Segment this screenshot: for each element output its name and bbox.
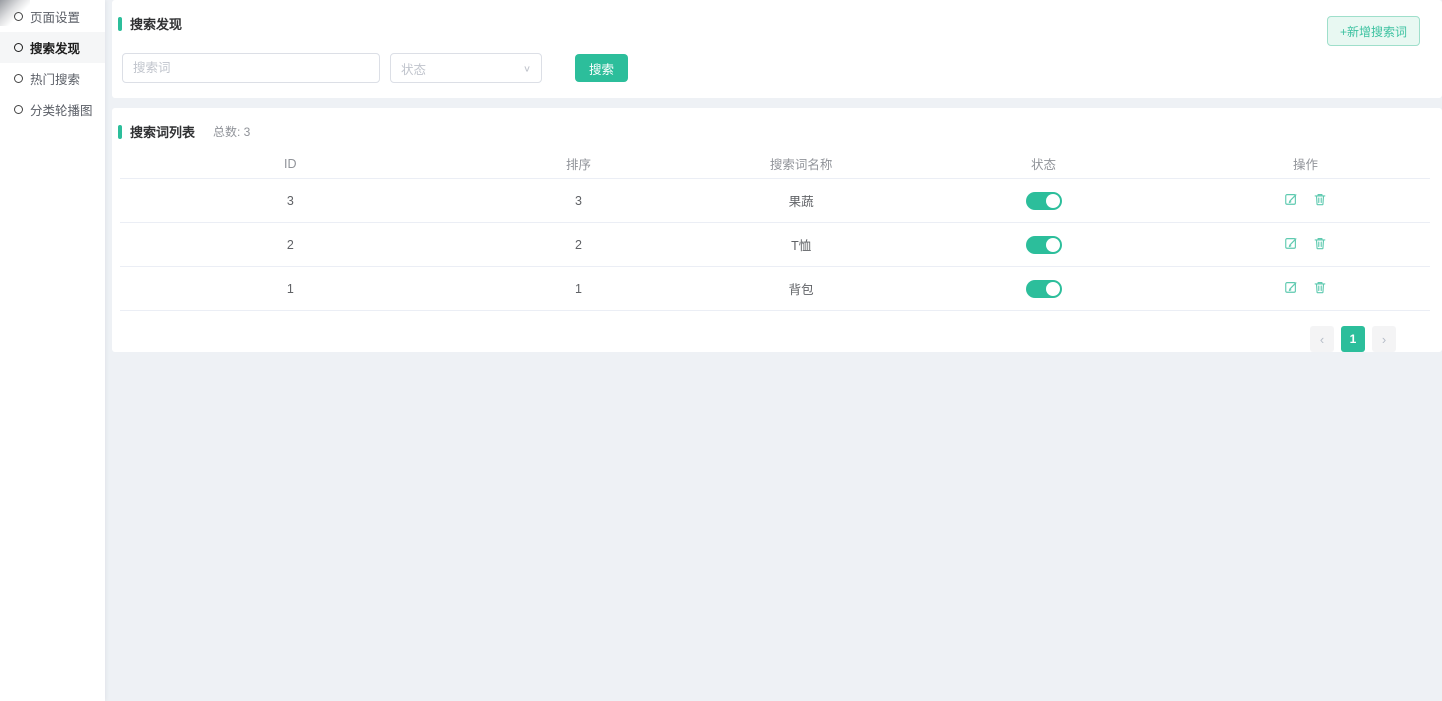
column-header-status: 状态 xyxy=(906,154,1181,173)
sidebar-item-search-discovery[interactable]: 搜索发现 xyxy=(0,32,105,63)
section-title: 搜索词列表 总数: 3 xyxy=(118,122,1442,141)
search-filter-card: 搜索发现 状态 ∨ 搜索 +新增搜索词 xyxy=(112,0,1442,98)
accent-bar xyxy=(118,125,122,139)
add-search-word-button[interactable]: +新增搜索词 xyxy=(1327,16,1420,46)
chevron-down-icon: ∨ xyxy=(523,63,531,73)
main-content: 搜索发现 状态 ∨ 搜索 +新增搜索词 搜索词列表 总数: 3 ID 排序 搜索… xyxy=(105,0,1442,701)
sidebar-item-page-settings[interactable]: 页面设置 xyxy=(0,1,105,32)
accent-bar xyxy=(118,17,122,31)
status-select[interactable]: 状态 ∨ xyxy=(390,53,542,83)
section-title: 搜索发现 xyxy=(118,14,1442,33)
circle-icon xyxy=(14,105,23,114)
cell-name: 背包 xyxy=(696,279,906,298)
cell-name: T恤 xyxy=(696,235,906,254)
search-word-list-card: 搜索词列表 总数: 3 ID 排序 搜索词名称 状态 操作 3 3 果蔬 xyxy=(112,108,1442,352)
pagination-next-button[interactable]: › xyxy=(1372,326,1396,352)
page-title: 搜索发现 xyxy=(130,14,182,33)
circle-icon xyxy=(14,12,23,21)
table-row: 1 1 背包 xyxy=(120,267,1430,311)
status-toggle[interactable] xyxy=(1026,192,1062,210)
total-count: 总数: 3 xyxy=(213,123,250,140)
cell-name: 果蔬 xyxy=(696,191,906,210)
circle-icon xyxy=(14,74,23,83)
column-header-name: 搜索词名称 xyxy=(696,154,906,173)
delete-icon[interactable] xyxy=(1313,192,1327,206)
keyword-input[interactable] xyxy=(122,53,380,83)
pagination: ‹ 1 › xyxy=(118,326,1396,352)
edit-icon[interactable] xyxy=(1284,192,1298,206)
edit-icon[interactable] xyxy=(1284,236,1298,250)
sidebar-item-hot-search[interactable]: 热门搜索 xyxy=(0,63,105,94)
pagination-page-1[interactable]: 1 xyxy=(1341,326,1365,352)
table-row: 2 2 T恤 xyxy=(120,223,1430,267)
cell-id: 1 xyxy=(120,282,461,296)
sidebar-item-label: 分类轮播图 xyxy=(30,100,93,119)
sidebar-item-label: 页面设置 xyxy=(30,7,80,26)
status-toggle[interactable] xyxy=(1026,280,1062,298)
cell-sort: 3 xyxy=(461,194,697,208)
sidebar-item-label: 热门搜索 xyxy=(30,69,80,88)
search-word-table: ID 排序 搜索词名称 状态 操作 3 3 果蔬 xyxy=(120,149,1430,311)
cell-sort: 2 xyxy=(461,238,697,252)
cell-sort: 1 xyxy=(461,282,697,296)
table-title: 搜索词列表 xyxy=(130,122,195,141)
filter-form: 状态 ∨ 搜索 xyxy=(122,53,1442,83)
pagination-prev-button[interactable]: ‹ xyxy=(1310,326,1334,352)
table-row: 3 3 果蔬 xyxy=(120,179,1430,223)
delete-icon[interactable] xyxy=(1313,236,1327,250)
edit-icon[interactable] xyxy=(1284,280,1298,294)
sidebar-item-category-carousel[interactable]: 分类轮播图 xyxy=(0,94,105,125)
search-button[interactable]: 搜索 xyxy=(575,54,628,82)
sidebar-item-label: 搜索发现 xyxy=(30,38,80,57)
sidebar: 页面设置 搜索发现 热门搜索 分类轮播图 xyxy=(0,0,105,701)
delete-icon[interactable] xyxy=(1313,280,1327,294)
column-header-sort: 排序 xyxy=(461,154,697,173)
status-toggle[interactable] xyxy=(1026,236,1062,254)
table-header-row: ID 排序 搜索词名称 状态 操作 xyxy=(120,149,1430,179)
cell-id: 3 xyxy=(120,194,461,208)
circle-icon xyxy=(14,43,23,52)
column-header-action: 操作 xyxy=(1181,154,1430,173)
cell-id: 2 xyxy=(120,238,461,252)
status-select-placeholder: 状态 xyxy=(401,59,426,78)
column-header-id: ID xyxy=(120,157,461,171)
